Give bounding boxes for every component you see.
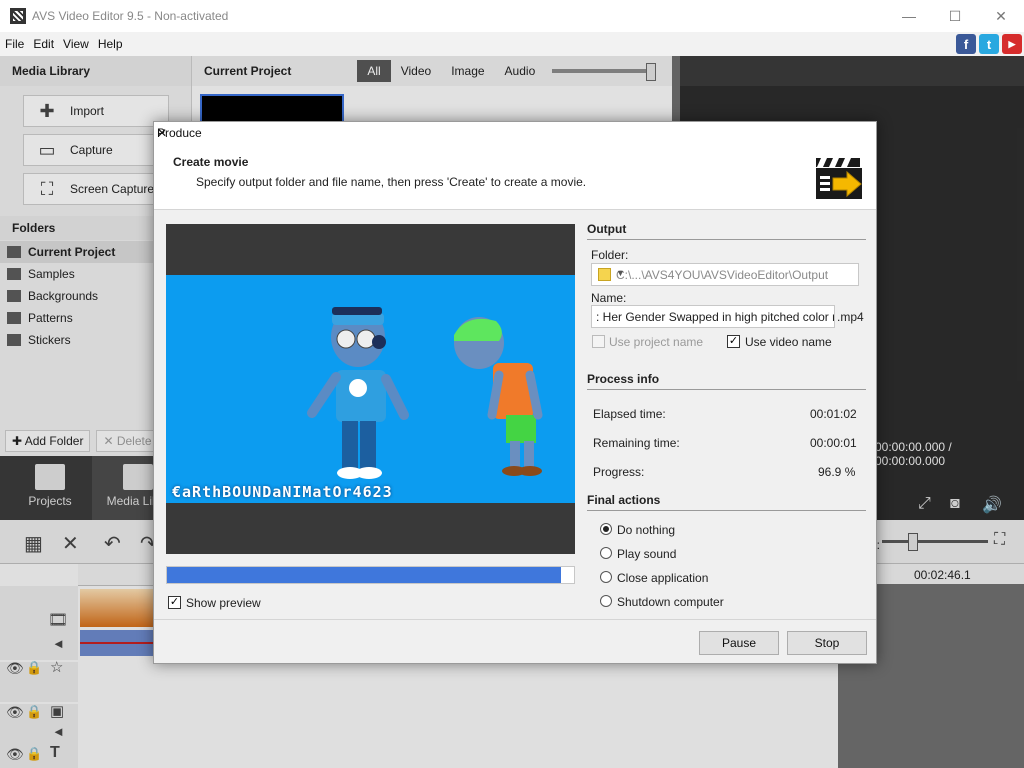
dialog-footer: Pause Stop (154, 619, 876, 663)
render-progress-bar (166, 566, 575, 584)
window-title: AVS Video Editor 9.5 - Non-activated (32, 9, 229, 23)
cartoon-frame-image (307, 307, 543, 479)
dialog-header: Create movie Specify output folder and f… (154, 144, 876, 210)
output-folder-dropdown[interactable]: C:\...\AVS4YOU\AVSVideoEditor\Output ▼ (591, 263, 859, 286)
name-label: Name: (591, 291, 627, 305)
clapperboard-arrow-icon (816, 158, 862, 199)
show-preview-label: Show preview (186, 596, 261, 610)
elapsed-time-label: Elapsed time: (593, 407, 666, 421)
folder-icon (598, 268, 611, 281)
dialog-close-button[interactable]: ✕ (157, 126, 866, 140)
facebook-icon[interactable]: f (956, 34, 976, 54)
dialog-subheading: Specify output folder and file name, the… (196, 175, 587, 189)
chevron-down-icon[interactable]: ▼ (616, 268, 852, 278)
menu-file[interactable]: File (5, 37, 24, 51)
twitter-icon[interactable]: t (979, 34, 999, 54)
radio-shutdown-computer[interactable] (600, 595, 612, 607)
do-nothing-label: Do nothing (617, 523, 676, 537)
folder-label: Folder: (591, 248, 629, 262)
progress-value: 96.9 % (818, 465, 856, 479)
title-bar: AVS Video Editor 9.5 - Non-activated — ☐… (0, 0, 1024, 32)
output-name-input[interactable]: : Her Gender Swapped in high pitched col… (591, 305, 835, 328)
menu-edit[interactable]: Edit (33, 37, 54, 51)
preview-frame: €aRthBOUNDaNIMatOr4623 (166, 275, 575, 503)
process-info-title: Process info (587, 372, 866, 390)
menu-help[interactable]: Help (98, 37, 123, 51)
youtube-icon[interactable]: ▶ (1002, 34, 1022, 54)
radio-do-nothing[interactable] (600, 523, 612, 535)
radio-close-application[interactable] (600, 571, 612, 583)
output-section-title: Output (587, 222, 866, 240)
close-window-button[interactable]: ✕ (978, 0, 1024, 32)
stop-button[interactable]: Stop (787, 631, 867, 655)
video-watermark: €aRthBOUNDaNIMatOr4623 (172, 483, 393, 501)
play-sound-label: Play sound (617, 547, 677, 561)
file-extension: .mp4 (837, 310, 864, 324)
use-project-name-checkbox[interactable] (592, 335, 605, 348)
final-actions-title: Final actions (587, 493, 866, 511)
minimize-button[interactable]: — (886, 0, 932, 32)
remaining-time-label: Remaining time: (593, 436, 680, 450)
use-video-name-checkbox[interactable]: ✓ (727, 335, 740, 348)
remaining-time-value: 00:00:01 (810, 436, 857, 450)
radio-play-sound[interactable] (600, 547, 612, 559)
menu-bar: File Edit View Help f t ▶ (0, 32, 1024, 56)
progress-label: Progress: (593, 465, 645, 479)
dialog-title-bar: Produce ✕ (154, 122, 876, 144)
app-clapperboard-icon (10, 8, 26, 24)
menu-view[interactable]: View (63, 37, 89, 51)
produce-dialog: Produce ✕ Create movie Specify output fo… (153, 121, 877, 664)
maximize-button[interactable]: ☐ (932, 0, 978, 32)
shutdown-computer-label: Shutdown computer (617, 595, 724, 609)
dialog-heading: Create movie (173, 155, 249, 169)
elapsed-time-value: 00:01:02 (810, 407, 857, 421)
close-application-label: Close application (617, 571, 709, 585)
use-video-name-label: Use video name (745, 335, 832, 349)
show-preview-checkbox[interactable]: ✓ (168, 596, 181, 609)
render-progress-fill (167, 567, 562, 583)
pause-button[interactable]: Pause (699, 631, 779, 655)
use-project-name-label: Use project name (609, 335, 704, 349)
